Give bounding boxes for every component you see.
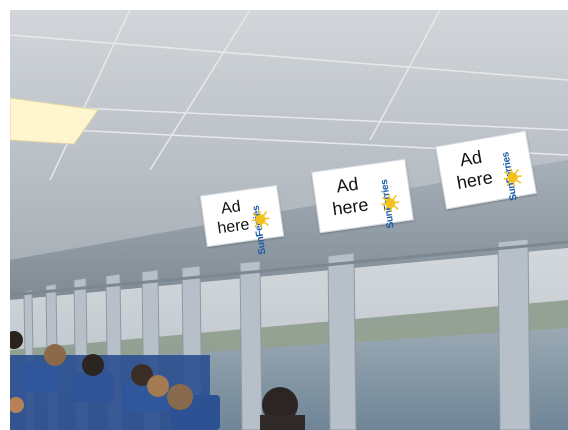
ad-placard-2: Ad here SunFerries <box>311 158 414 234</box>
ferry-cabin-photo: Ad here SunFerries Ad here SunFerries <box>0 0 568 430</box>
photo-frame: Ad here SunFerries Ad here SunFerries <box>10 10 568 430</box>
sunferries-logo: SunFerries <box>247 190 279 255</box>
sun-icon <box>251 210 270 229</box>
sunferries-logo: SunFerries <box>375 164 408 229</box>
ad-placard-1: Ad here SunFerries <box>199 184 285 255</box>
ad-text: Ad here <box>331 173 370 220</box>
sun-icon <box>381 194 400 213</box>
ad-text: Ad here <box>455 146 495 194</box>
sun-icon <box>503 168 522 187</box>
cabin-interior <box>10 10 568 430</box>
